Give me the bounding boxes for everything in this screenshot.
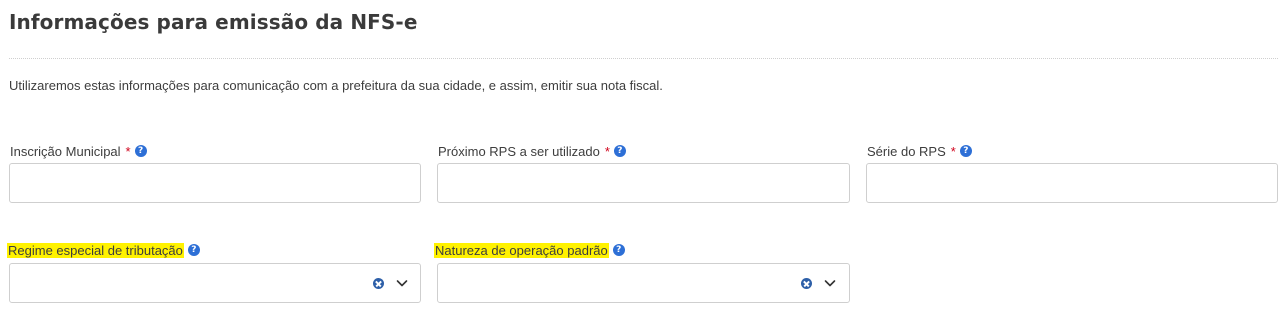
field-natureza-operacao: Natureza de operação padrão ?	[434, 241, 625, 259]
help-icon[interactable]: ?	[613, 145, 626, 157]
field-label: Inscrição Municipal * ?	[9, 142, 147, 160]
clear-icon[interactable]	[801, 278, 812, 289]
field-label: Próximo RPS a ser utilizado * ?	[437, 142, 626, 160]
page-description: Utilizaremos estas informações para comu…	[9, 78, 663, 93]
regime-especial-select[interactable]	[9, 263, 421, 303]
help-icon[interactable]: ?	[187, 244, 200, 256]
label-text: Próximo RPS a ser utilizado	[438, 143, 600, 159]
required-marker: *	[950, 143, 956, 159]
required-marker: *	[604, 143, 610, 159]
title-divider	[9, 58, 1278, 59]
field-inscricao-municipal: Inscrição Municipal * ?	[9, 142, 147, 160]
help-icon[interactable]: ?	[959, 145, 972, 157]
field-label: Natureza de operação padrão ?	[434, 241, 625, 259]
chevron-down-icon[interactable]	[396, 277, 408, 289]
label-text: Inscrição Municipal	[10, 143, 121, 159]
field-serie-rps: Série do RPS * ?	[866, 142, 972, 160]
inscricao-municipal-input[interactable]	[9, 163, 421, 203]
chevron-down-icon[interactable]	[824, 277, 836, 289]
field-label: Regime especial de tributação ?	[7, 241, 200, 259]
field-proximo-rps: Próximo RPS a ser utilizado * ?	[437, 142, 626, 160]
help-icon[interactable]: ?	[612, 244, 625, 256]
required-marker: *	[125, 143, 131, 159]
label-text: Regime especial de tributação	[7, 242, 184, 258]
label-text: Natureza de operação padrão	[434, 242, 609, 258]
field-regime-especial: Regime especial de tributação ?	[7, 241, 200, 259]
page-title: Informações para emissão da NFS-e	[9, 10, 418, 34]
field-label: Série do RPS * ?	[866, 142, 972, 160]
help-icon[interactable]: ?	[134, 145, 147, 157]
proximo-rps-input[interactable]	[437, 163, 850, 203]
natureza-operacao-select[interactable]	[437, 263, 850, 303]
label-text: Série do RPS	[867, 143, 946, 159]
clear-icon[interactable]	[373, 278, 384, 289]
serie-rps-input[interactable]	[866, 163, 1278, 203]
